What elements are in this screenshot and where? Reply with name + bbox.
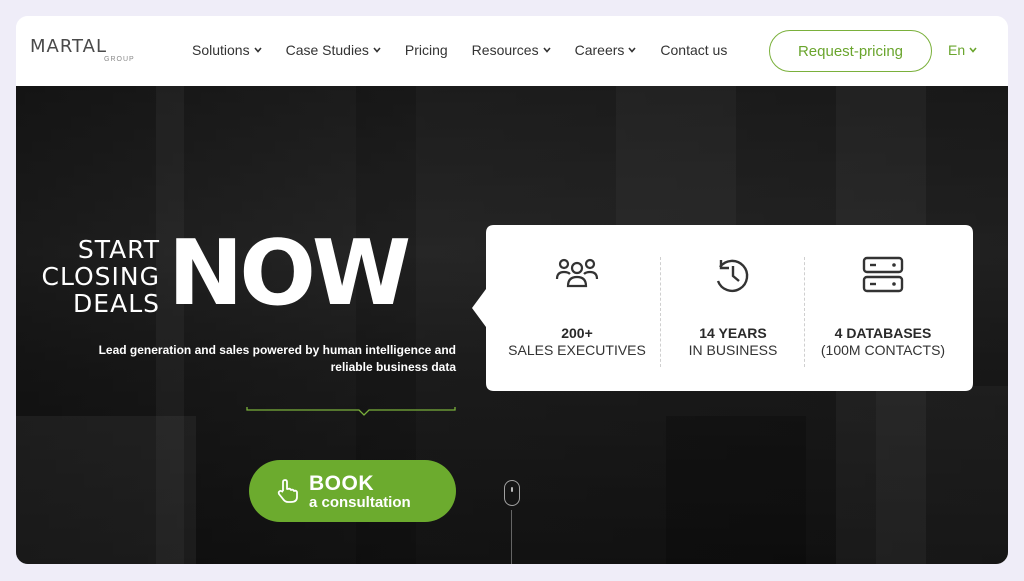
stat-sales-executives: 200+ SALES EXECUTIVES xyxy=(502,225,652,391)
book-consultation-button[interactable]: BOOK a consultation xyxy=(249,460,456,522)
logo-name: MARTAL xyxy=(30,36,107,57)
stat-label: IN BUSINESS xyxy=(688,342,778,358)
nav-label: Resources xyxy=(471,42,539,58)
tagline-divider xyxy=(246,407,456,416)
stat-label: SALES EXECUTIVES xyxy=(508,342,646,358)
stat-databases: 4 DATABASES (100M CONTACTS) xyxy=(808,225,958,391)
book-title: BOOK xyxy=(309,472,374,495)
hero-headline: NOW xyxy=(168,221,411,326)
scroll-wheel-dot xyxy=(511,487,513,492)
scroll-indicator-icon[interactable] xyxy=(504,480,520,506)
stat-divider xyxy=(660,257,661,367)
logo-sub: GROUP xyxy=(104,56,135,63)
start-line: DEALS xyxy=(73,289,160,318)
stat-years-in-business: 14 YEARS IN BUSINESS xyxy=(668,225,798,391)
nav-resources[interactable]: Resources xyxy=(472,42,551,58)
nav-case-studies[interactable]: Case Studies xyxy=(286,42,381,58)
martal-logo[interactable]: MARTAL GROUP xyxy=(30,36,140,66)
stats-card: 200+ SALES EXECUTIVES 14 YEARS IN BUSINE… xyxy=(472,225,973,391)
language-label: En xyxy=(948,42,966,58)
nav-contact-us[interactable]: Contact us xyxy=(660,42,727,58)
chevron-down-icon xyxy=(253,47,262,53)
main-nav: Solutions Case Studies Pricing Resources… xyxy=(192,42,751,58)
background-photo-shape xyxy=(616,86,736,226)
start-line: CLOSING xyxy=(41,262,160,291)
browser-frame: MARTAL GROUP Solutions Case Studies Pric… xyxy=(16,16,1008,564)
background-photo-shape xyxy=(16,416,196,564)
language-selector[interactable]: En xyxy=(948,42,977,58)
hero-tagline: Lead generation and sales powered by hum… xyxy=(50,342,456,376)
tagline-line: reliable business data xyxy=(330,360,456,374)
tagline-line: Lead generation and sales powered by hum… xyxy=(98,343,456,357)
database-server-icon xyxy=(862,256,904,293)
background-photo-shape xyxy=(666,416,806,564)
chevron-down-icon xyxy=(373,47,381,53)
hero-section: START CLOSING DEALS NOW Lead generation … xyxy=(16,86,1008,564)
stat-label: (100M CONTACTS) xyxy=(820,342,946,358)
stat-value: 14 YEARS xyxy=(699,325,767,341)
start-line: START xyxy=(77,235,160,264)
nav-label: Contact us xyxy=(660,42,728,58)
nav-solutions[interactable]: Solutions xyxy=(192,42,262,58)
nav-label: Pricing xyxy=(404,42,448,58)
book-subtitle: a consultation xyxy=(309,494,411,511)
stat-value: 4 DATABASES xyxy=(834,325,932,341)
nav-label: Careers xyxy=(574,42,625,58)
stat-divider xyxy=(804,257,805,367)
nav-label: Case Studies xyxy=(285,42,369,58)
hand-pointer-icon xyxy=(277,479,298,503)
nav-label: Solutions xyxy=(192,42,250,58)
nav-careers[interactable]: Careers xyxy=(575,42,637,58)
site-header: MARTAL GROUP Solutions Case Studies Pric… xyxy=(16,16,1008,86)
scroll-indicator-line xyxy=(511,510,512,564)
start-closing-deals-text: START CLOSING DEALS xyxy=(30,236,160,317)
background-photo-shape xyxy=(876,386,1008,564)
stat-value: 200+ xyxy=(561,325,593,341)
history-clock-icon xyxy=(716,259,749,293)
chevron-down-icon xyxy=(969,47,977,53)
nav-pricing[interactable]: Pricing xyxy=(405,42,448,58)
team-icon xyxy=(555,258,599,288)
chevron-down-icon xyxy=(628,47,636,53)
request-pricing-button[interactable]: Request-pricing xyxy=(769,30,932,72)
chevron-down-icon xyxy=(542,47,551,53)
